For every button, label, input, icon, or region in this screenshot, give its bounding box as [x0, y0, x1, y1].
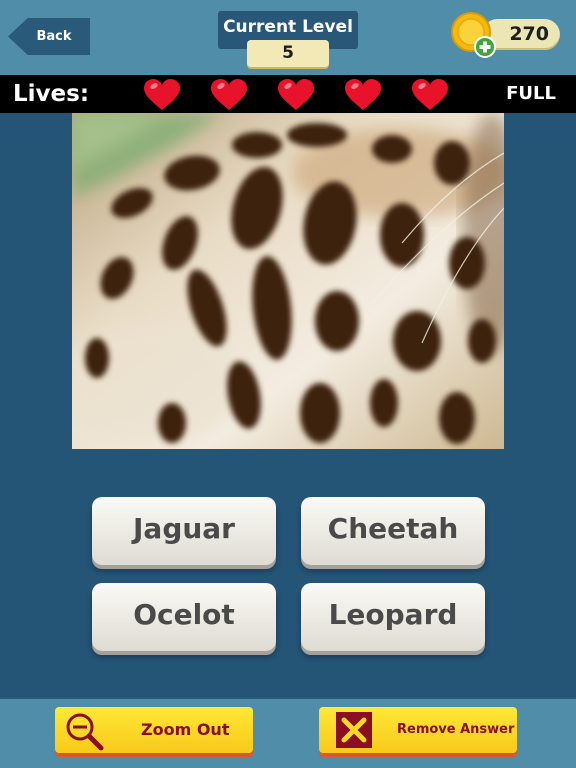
answer-button-jaguar[interactable]: Jaguar [92, 497, 276, 565]
answer-button-ocelot[interactable]: Ocelot [92, 583, 276, 651]
back-button[interactable]: Back [8, 18, 90, 55]
zoom-out-label: Zoom Out [141, 720, 230, 739]
heart-icon [344, 78, 382, 112]
zoom-out-button[interactable]: Zoom Out [55, 707, 253, 753]
lives-bar: Lives: FULL [0, 75, 576, 113]
heart-icon [143, 78, 181, 112]
top-bar: Back Current Level 5 270 [0, 0, 576, 75]
remove-answer-label: Remove Answer [397, 722, 515, 737]
answer-button-leopard[interactable]: Leopard [301, 583, 485, 651]
remove-answer-button[interactable]: Remove Answer [319, 707, 517, 753]
lives-label: Lives: [13, 81, 90, 107]
current-level-value: 5 [247, 40, 329, 67]
puzzle-image [72, 113, 504, 449]
coin-count: 270 [509, 23, 549, 45]
heart-icon [277, 78, 315, 112]
coin-plus-icon[interactable] [449, 10, 499, 60]
heart-icon [411, 78, 449, 112]
lives-status: FULL [506, 83, 556, 104]
bottom-bar: Zoom Out Remove Answer [0, 697, 576, 768]
heart-icon [210, 78, 248, 112]
current-level-title: Current Level [223, 17, 353, 37]
cross-icon [335, 711, 373, 753]
answer-button-cheetah[interactable]: Cheetah [301, 497, 485, 565]
magnifier-minus-icon [63, 710, 107, 758]
